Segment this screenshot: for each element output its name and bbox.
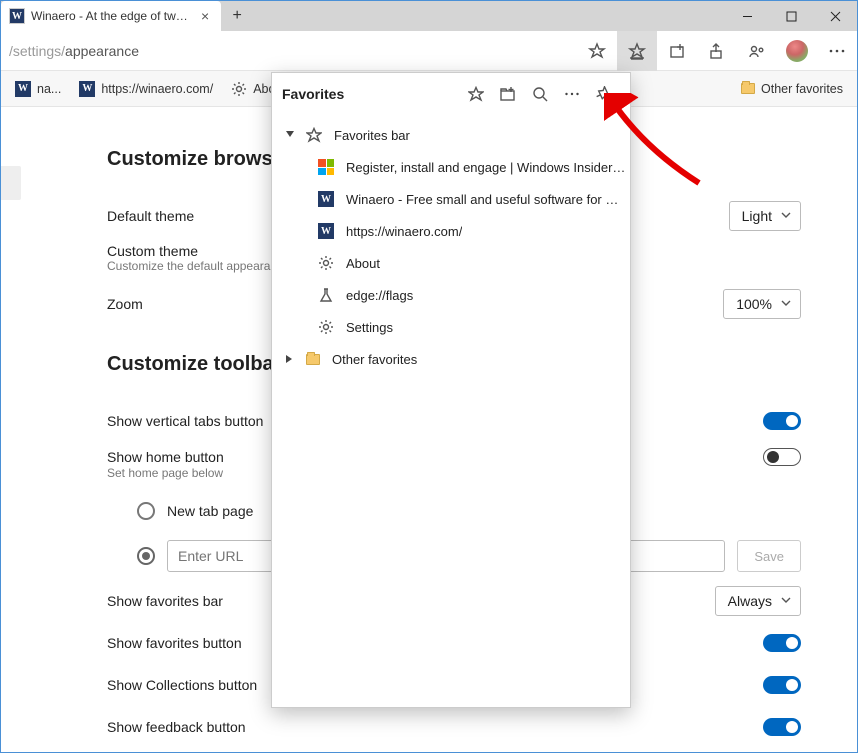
- tab-title: Winaero - At the edge of tweaki: [31, 9, 191, 23]
- star-outline-icon: [306, 127, 322, 143]
- new-tab-button[interactable]: +: [221, 1, 253, 31]
- chevron-down-icon: [780, 208, 792, 224]
- favorites-bar-select-value: Always: [728, 593, 772, 609]
- favorite-label: Settings: [346, 320, 393, 335]
- gear-icon: [318, 319, 334, 335]
- favorites-popup-title: Favorites: [282, 86, 460, 102]
- favorite-label: edge://flags: [346, 288, 413, 303]
- microsoft-icon: [318, 159, 334, 175]
- label-show-collections-button: Show Collections button: [107, 677, 257, 693]
- title-bar: W Winaero - At the edge of tweaki × +: [1, 1, 857, 31]
- chevron-down-icon: [780, 296, 792, 312]
- search-icon[interactable]: [524, 78, 556, 110]
- favorites-bar-other-folder[interactable]: Other favorites: [733, 78, 851, 100]
- theme-select[interactable]: Light: [729, 201, 801, 231]
- favorites-bar-label: Other favorites: [761, 82, 843, 96]
- add-favorite-icon[interactable]: [460, 78, 492, 110]
- theme-select-value: Light: [742, 208, 772, 224]
- folder-label: Other favorites: [332, 352, 417, 367]
- favorites-bar-select[interactable]: Always: [715, 586, 801, 616]
- caret-right-icon: [286, 355, 294, 363]
- other-favorites-folder[interactable]: Other favorites: [272, 343, 630, 375]
- favorite-label: https://winaero.com/: [346, 224, 462, 239]
- toggle-vertical-tabs[interactable]: [763, 412, 801, 430]
- label-show-favorites-button: Show favorites button: [107, 635, 242, 651]
- close-window-button[interactable]: [813, 1, 857, 31]
- favorite-label: About: [346, 256, 380, 271]
- browser-tab[interactable]: W Winaero - At the edge of tweaki ×: [1, 1, 221, 31]
- row-feedback-button: Show feedback button: [107, 706, 801, 748]
- folder-icon: [741, 83, 755, 94]
- winaero-icon: W: [15, 81, 31, 97]
- gear-icon: [231, 81, 247, 97]
- favorites-bar-item-winaero[interactable]: W na...: [7, 77, 69, 101]
- radio-enter-url[interactable]: [137, 547, 155, 565]
- flask-icon: [318, 287, 334, 303]
- favorite-item-winaero-url[interactable]: W https://winaero.com/: [272, 215, 630, 247]
- label-default-theme: Default theme: [107, 208, 194, 224]
- favorite-item-flags[interactable]: edge://flags: [272, 279, 630, 311]
- label-home-button: Show home button: [107, 449, 224, 465]
- zoom-select[interactable]: 100%: [723, 289, 801, 319]
- label-custom-theme: Custom theme: [107, 243, 198, 259]
- chevron-down-icon: [780, 593, 792, 609]
- toggle-home-button[interactable]: [763, 448, 801, 466]
- label-zoom: Zoom: [107, 296, 143, 312]
- favorite-star-icon[interactable]: [577, 31, 617, 71]
- address-bar: /settings/appearance: [1, 31, 857, 71]
- favorite-item-winaero-desc[interactable]: W Winaero - Free small and useful softwa…: [272, 183, 630, 215]
- add-folder-icon[interactable]: [492, 78, 524, 110]
- label-show-favorites-bar: Show favorites bar: [107, 593, 223, 609]
- winaero-icon: W: [79, 81, 95, 97]
- gear-icon: [318, 255, 334, 271]
- favorites-hub-icon[interactable]: [617, 31, 657, 71]
- favorites-bar-label: https://winaero.com/: [101, 82, 213, 96]
- folder-label: Favorites bar: [334, 128, 410, 143]
- radio-new-tab-page[interactable]: [137, 502, 155, 520]
- more-options-icon[interactable]: [556, 78, 588, 110]
- url-path-prefix: /settings/: [9, 43, 65, 59]
- profile-button[interactable]: [777, 31, 817, 71]
- toggle-feedback-button[interactable]: [763, 718, 801, 736]
- toggle-collections-button[interactable]: [763, 676, 801, 694]
- favorites-list: Favorites bar Register, install and enga…: [272, 115, 630, 379]
- share-icon[interactable]: [697, 31, 737, 71]
- zoom-select-value: 100%: [736, 296, 772, 312]
- toggle-favorites-button[interactable]: [763, 634, 801, 652]
- caret-down-icon: [286, 131, 294, 139]
- folder-icon: [306, 354, 320, 365]
- url-path-page: appearance: [65, 43, 139, 59]
- favorites-popup-header: Favorites: [272, 73, 630, 115]
- minimize-button[interactable]: [725, 1, 769, 31]
- favorite-item-settings[interactable]: Settings: [272, 311, 630, 343]
- save-button[interactable]: Save: [737, 540, 801, 572]
- favorites-bar-label: na...: [37, 82, 61, 96]
- winaero-icon: W: [318, 191, 334, 207]
- favorites-bar-folder[interactable]: Favorites bar: [272, 119, 630, 151]
- winaero-icon: W: [318, 223, 334, 239]
- favorite-item-insider[interactable]: Register, install and engage | Windows I…: [272, 151, 630, 183]
- favorites-popup: Favorites Favorites bar Register, instal…: [271, 72, 631, 708]
- winaero-favicon: W: [9, 8, 25, 24]
- collections-icon[interactable]: [657, 31, 697, 71]
- tab-close-icon[interactable]: ×: [197, 8, 213, 24]
- url-field[interactable]: /settings/appearance: [1, 37, 577, 65]
- favorites-bar-item-winaerourl[interactable]: W https://winaero.com/: [71, 77, 221, 101]
- label-show-feedback-button: Show feedback button: [107, 719, 246, 735]
- profile-avatar-icon: [786, 40, 808, 62]
- label-new-tab-page: New tab page: [167, 503, 253, 519]
- label-vertical-tabs: Show vertical tabs button: [107, 413, 263, 429]
- personal-icon[interactable]: [737, 31, 777, 71]
- menu-button[interactable]: [817, 31, 857, 71]
- maximize-button[interactable]: [769, 1, 813, 31]
- pin-icon[interactable]: [588, 78, 620, 110]
- favorite-item-about[interactable]: About: [272, 247, 630, 279]
- favorite-label: Winaero - Free small and useful software…: [346, 192, 626, 207]
- favorite-label: Register, install and engage | Windows I…: [346, 160, 626, 175]
